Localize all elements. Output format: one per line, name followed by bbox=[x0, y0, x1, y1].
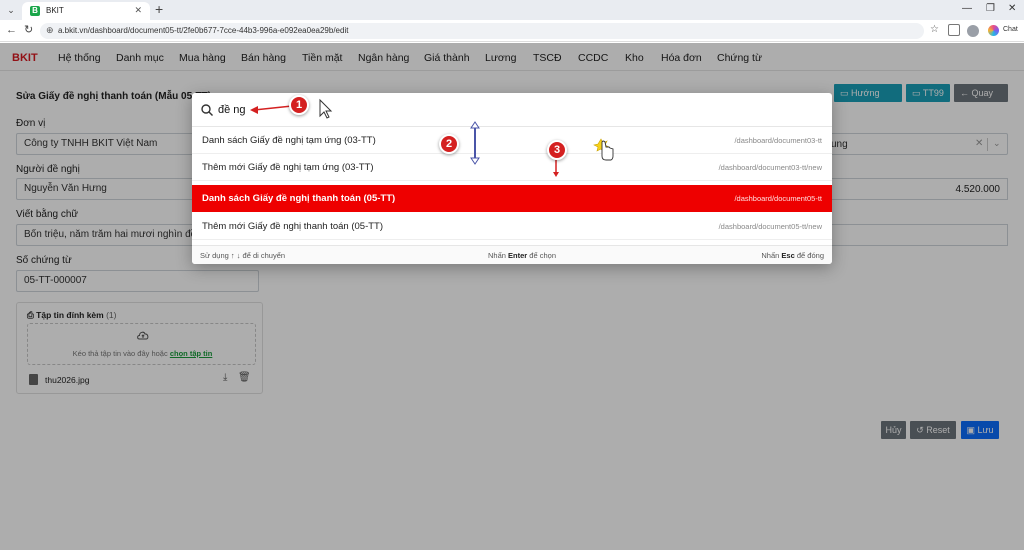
extensions-icon[interactable] bbox=[948, 24, 960, 36]
back-arrow-icon[interactable]: ← bbox=[6, 24, 17, 36]
footer-esc-hint: Nhấn Esc để đóng bbox=[761, 251, 824, 260]
result-path: /dashboard/document05-tt/new bbox=[718, 222, 822, 231]
annotation-badge-2: 2 bbox=[439, 134, 459, 154]
restore-icon[interactable]: ❐ bbox=[986, 4, 995, 14]
tab-title: BKIT bbox=[46, 6, 64, 15]
hint-pre: Nhấn bbox=[488, 251, 506, 260]
chat-label[interactable]: Chat bbox=[1003, 26, 1018, 33]
palette-search-row bbox=[192, 93, 832, 127]
search-icon bbox=[201, 104, 213, 116]
palette-result-row[interactable]: Danh sách Giấy đề nghị tạm ứng (03-TT) /… bbox=[192, 127, 832, 154]
new-tab-plus-icon[interactable]: + bbox=[155, 2, 163, 16]
footer-navigate-hint: Sử dụng ↑ ↓ để di chuyển bbox=[200, 251, 286, 260]
annotation-badge-1: 1 bbox=[289, 95, 309, 115]
copilot-chat-icon[interactable] bbox=[988, 25, 999, 36]
result-label: Thêm mới Giấy đề nghị thanh toán (05-TT) bbox=[202, 221, 384, 232]
palette-result-row[interactable]: Thêm mới Giấy đề nghị tạm ứng (03-TT) /d… bbox=[192, 154, 832, 181]
minimize-icon[interactable]: — bbox=[962, 4, 972, 14]
hint-pre: Nhấn bbox=[761, 251, 780, 260]
site-info-icon[interactable]: ⊕ bbox=[46, 25, 54, 36]
tab-close-icon[interactable]: ✕ bbox=[134, 5, 142, 16]
annotation-badge-3: 3 bbox=[547, 140, 567, 160]
browser-tabbar: ⌄ B BKIT ✕ + — ❐ ✕ bbox=[0, 0, 1024, 20]
hint-post: để chọn bbox=[529, 251, 556, 260]
hint-post: để đóng bbox=[796, 251, 824, 260]
palette-search-input[interactable] bbox=[218, 101, 418, 119]
result-path: /dashboard/document03-tt bbox=[734, 136, 822, 145]
bkit-favicon: B bbox=[30, 6, 40, 16]
result-label: Danh sách Giấy đề nghị tạm ứng (03-TT) bbox=[202, 135, 376, 146]
palette-result-row[interactable]: Thêm mới Giấy đề nghị thanh toán (05-TT)… bbox=[192, 213, 832, 240]
profile-avatar[interactable] bbox=[967, 25, 979, 37]
result-path: /dashboard/document03-tt/new bbox=[718, 163, 822, 172]
address-bar-row: ← ↻ ⊕ a.bkit.vn/dashboard/document05-tt/… bbox=[0, 20, 1024, 42]
palette-result-row-active[interactable]: Danh sách Giấy đề nghị thanh toán (05-TT… bbox=[192, 185, 832, 212]
result-path: /dashboard/document05-tt bbox=[734, 194, 822, 203]
tab-list-chevron-icon[interactable]: ⌄ bbox=[4, 3, 18, 17]
command-palette: Danh sách Giấy đề nghị tạm ứng (03-TT) /… bbox=[192, 93, 832, 264]
result-label: Thêm mới Giấy đề nghị tạm ứng (03-TT) bbox=[202, 162, 374, 173]
url-text[interactable]: a.bkit.vn/dashboard/document05-tt/2fe0b6… bbox=[58, 26, 348, 35]
palette-footer: Sử dụng ↑ ↓ để di chuyển Nhấn Enter để c… bbox=[192, 245, 832, 264]
enter-key: Enter bbox=[508, 251, 528, 260]
browser-tab[interactable]: B BKIT ✕ bbox=[22, 2, 150, 20]
bookmark-star-icon[interactable]: ☆ bbox=[930, 24, 939, 35]
result-label: Danh sách Giấy đề nghị thanh toán (05-TT… bbox=[202, 193, 396, 204]
reload-icon[interactable]: ↻ bbox=[24, 24, 33, 36]
footer-enter-hint: Nhấn Enter để chọn bbox=[488, 251, 556, 260]
esc-key: Esc bbox=[781, 251, 795, 260]
url-box[interactable]: ⊕ a.bkit.vn/dashboard/document05-tt/2fe0… bbox=[40, 23, 924, 39]
window-close-icon[interactable]: ✕ bbox=[1008, 4, 1016, 14]
